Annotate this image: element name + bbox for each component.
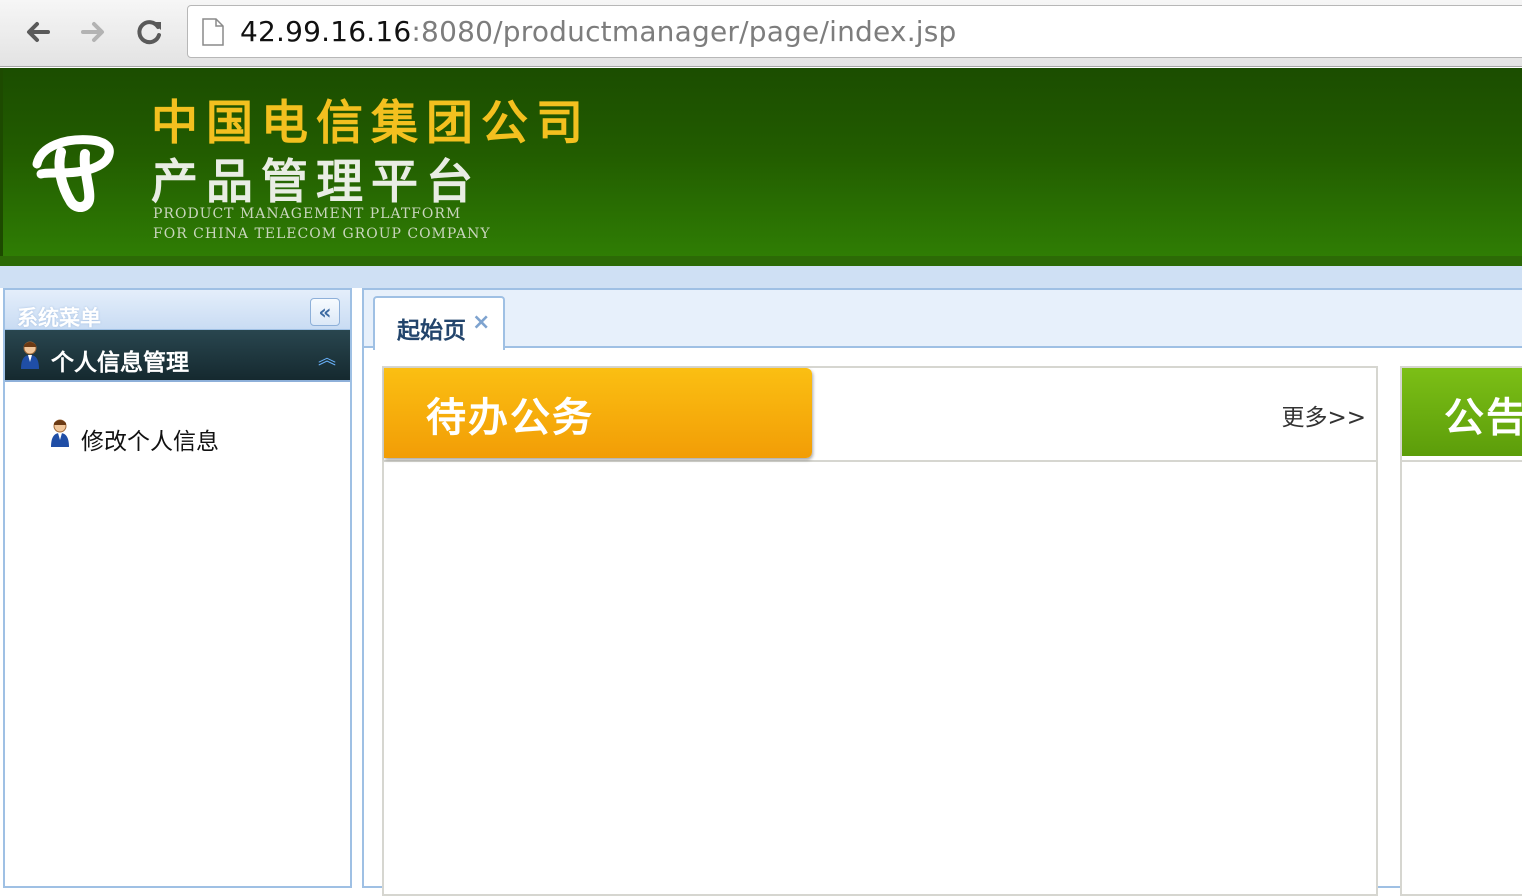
sidebar-collapse-button[interactable]: «	[310, 298, 340, 326]
tab-strip: 起始页 ×	[364, 290, 1522, 350]
url-text: 42.99.16.16:8080/productmanager/page/ind…	[240, 15, 957, 48]
menu-item-edit-profile[interactable]: 修改个人信息	[5, 408, 350, 468]
user-icon	[51, 419, 69, 447]
announcement-panel: 公告	[1400, 366, 1522, 896]
main-content: 起始页 × 待办公务 更多>> 公告	[362, 288, 1522, 896]
pending-tasks-panel: 待办公务 更多>>	[382, 366, 1378, 896]
url-path: :8080/productmanager/page/index.jsp	[411, 15, 957, 48]
close-icon[interactable]: ×	[472, 310, 490, 335]
forward-button[interactable]	[75, 14, 111, 50]
panel-title-tab: 公告	[1402, 368, 1522, 456]
sidebar-title: 系统菜单	[17, 306, 101, 330]
panel-header: 公告	[1402, 368, 1522, 462]
arrow-left-icon	[27, 22, 50, 42]
tab-label: 起始页	[397, 318, 466, 344]
banner-english-line1: PRODUCT MANAGEMENT PLATFORM	[153, 206, 462, 222]
panel-title: 待办公务	[426, 395, 594, 441]
reload-button[interactable]	[132, 14, 168, 50]
sidebar: 系统菜单 « 个人信息管理 ︽ 修改个人信息	[3, 288, 352, 888]
url-host: 42.99.16.16	[240, 15, 412, 48]
banner-divider	[0, 256, 1522, 266]
banner-english-line2: FOR CHINA TELECOM GROUP COMPANY	[153, 226, 491, 242]
header-gap	[0, 266, 1522, 288]
china-telecom-logo	[32, 135, 114, 212]
back-button[interactable]	[20, 14, 56, 50]
sidebar-section-header[interactable]: 个人信息管理 ︽	[5, 330, 350, 382]
menu-item-label: 修改个人信息	[81, 429, 219, 455]
more-link[interactable]: 更多>>	[1281, 398, 1366, 432]
address-bar[interactable]: 42.99.16.16:8080/productmanager/page/ind…	[187, 5, 1522, 58]
arrow-right-icon	[81, 22, 104, 42]
reload-icon	[137, 20, 161, 45]
header-banner: 中国电信集团公司 产品管理平台 PRODUCT MANAGEMENT PLATF…	[0, 68, 1522, 256]
user-icon	[21, 341, 39, 369]
browser-toolbar: 42.99.16.16:8080/productmanager/page/ind…	[0, 0, 1522, 67]
tab-start-page[interactable]: 起始页 ×	[373, 296, 505, 350]
panel-title-tab: 待办公务	[384, 368, 812, 458]
banner-platform-title: 产品管理平台	[151, 155, 481, 210]
section-title-personal-info: 个人信息管理	[51, 350, 189, 376]
double-chevron-left-icon: «	[318, 300, 332, 324]
chevron-up-icon[interactable]: ︽	[318, 344, 336, 370]
page-icon	[202, 17, 224, 46]
sidebar-header: 系统菜单 «	[5, 290, 350, 330]
panel-header: 待办公务 更多>>	[384, 368, 1376, 462]
panel-title: 公告	[1444, 395, 1522, 441]
